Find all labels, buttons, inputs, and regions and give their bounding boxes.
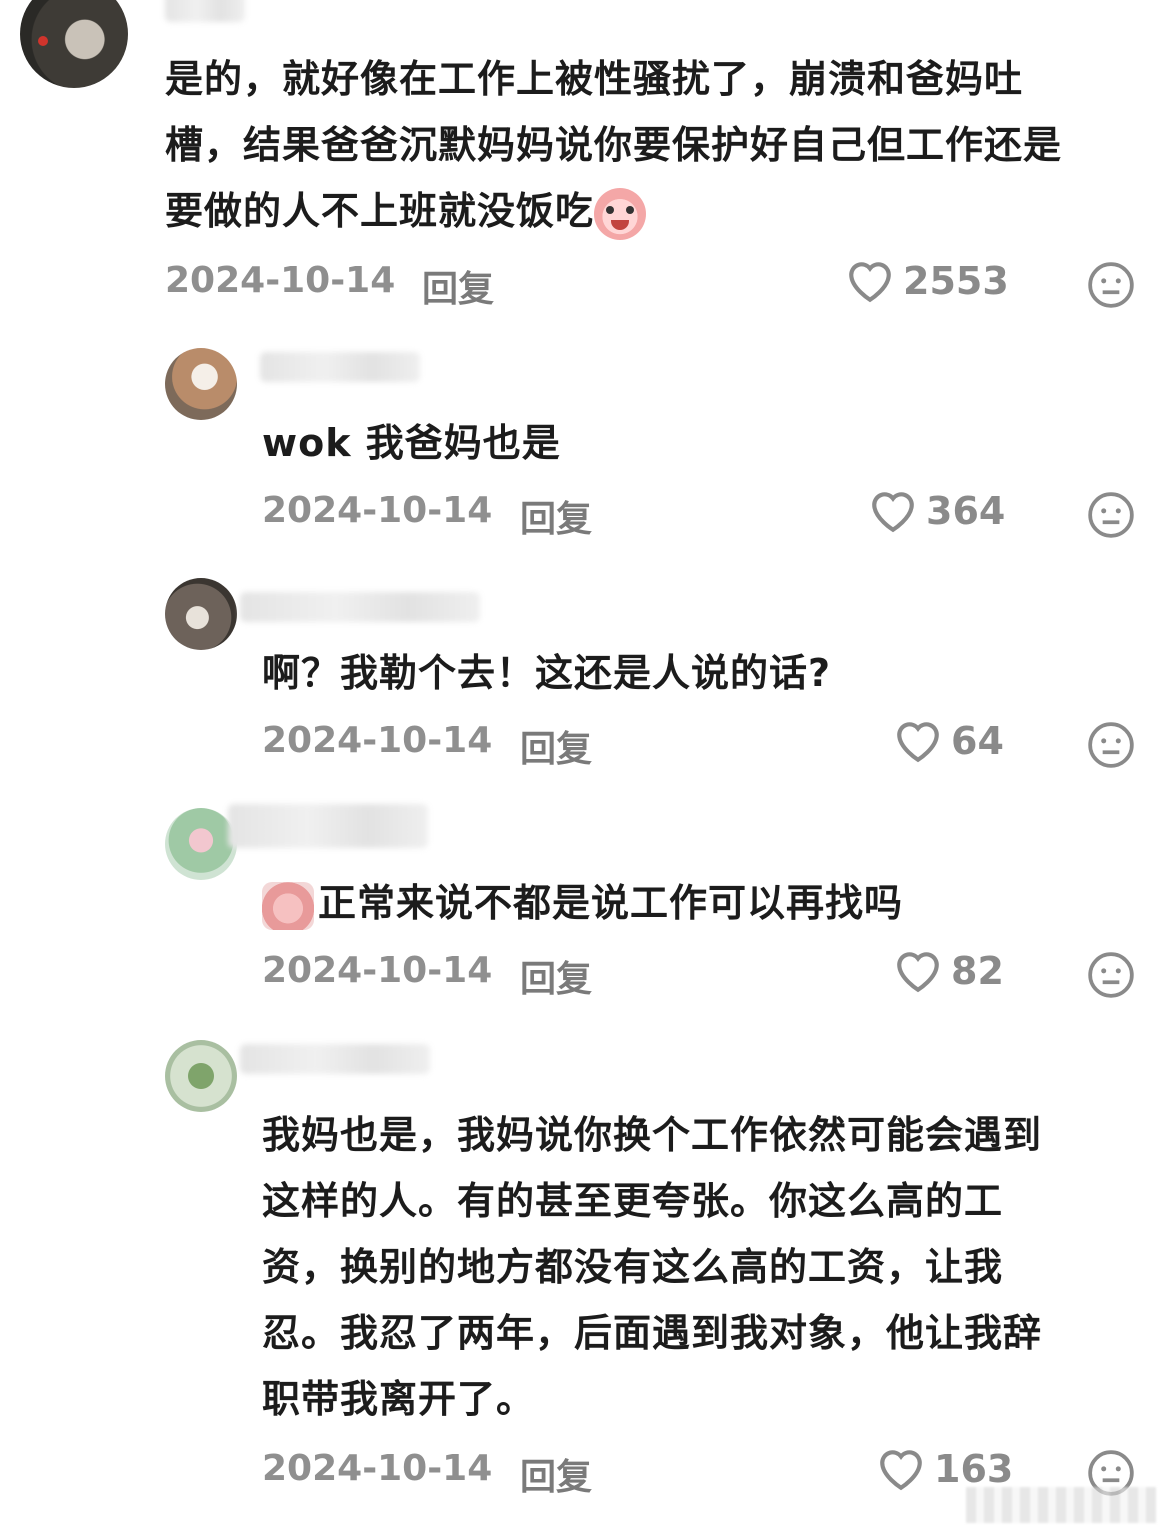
reply-button[interactable]: 回复 <box>422 260 494 312</box>
watermark-blurred <box>966 1487 1156 1523</box>
reply-button[interactable]: 回复 <box>520 720 592 772</box>
like-button[interactable]: 82 <box>893 948 1004 994</box>
username-blurred[interactable] <box>228 804 428 848</box>
username-blurred[interactable] <box>260 352 420 382</box>
comment-item: 是的，就好像在工作上被性骚扰了，崩溃和爸妈吐 槽，结果爸爸沉默妈妈说你要保护好自… <box>0 0 1170 320</box>
like-button[interactable]: 364 <box>868 488 1005 534</box>
like-button[interactable]: 2553 <box>845 258 1009 304</box>
like-count: 163 <box>934 1447 1014 1491</box>
neutral-face-icon[interactable] <box>1086 950 1136 1000</box>
heart-outline-icon <box>872 492 914 533</box>
comment-text: 我妈也是，我妈说你换个工作依然可能会遇到 这样的人。有的甚至更夸张。你这么高的工… <box>262 1113 1043 1421</box>
neutral-face-icon[interactable] <box>1086 260 1136 310</box>
comment-date: 2024-10-14 <box>165 260 396 301</box>
heart-outline-icon <box>897 722 939 763</box>
neutral-face-icon[interactable] <box>1086 720 1136 770</box>
sad-sticker-emoji <box>262 881 314 930</box>
comment-text: 啊？我勒个去！这还是人说的话? <box>262 651 832 695</box>
comment-date: 2024-10-14 <box>262 950 493 991</box>
comment-date: 2024-10-14 <box>262 490 493 531</box>
heart-outline-icon <box>880 1450 922 1491</box>
avatar[interactable] <box>165 1040 237 1112</box>
like-button[interactable]: 163 <box>876 1446 1013 1492</box>
neutral-face-icon[interactable] <box>1086 490 1136 540</box>
reply-item: 我妈也是，我妈说你换个工作依然可能会遇到 这样的人。有的甚至更夸张。你这么高的工… <box>0 1030 1170 1533</box>
reply-button[interactable]: 回复 <box>520 1448 592 1500</box>
comment-date: 2024-10-14 <box>262 720 493 761</box>
heart-outline-icon <box>849 262 891 303</box>
comment-text: 是的，就好像在工作上被性骚扰了，崩溃和爸妈吐 槽，结果爸爸沉默妈妈说你要保护好自… <box>165 46 1155 244</box>
avatar[interactable] <box>20 0 128 88</box>
reply-item: wok 我爸妈也是 2024-10-14 回复 364 <box>0 340 1170 540</box>
like-count: 364 <box>926 489 1006 533</box>
like-count: 64 <box>951 719 1004 763</box>
heart-outline-icon <box>897 952 939 993</box>
comment-date: 2024-10-14 <box>262 1448 493 1489</box>
avatar[interactable] <box>165 808 237 880</box>
avatar[interactable] <box>165 578 237 650</box>
reply-button[interactable]: 回复 <box>520 490 592 542</box>
like-count: 82 <box>951 949 1004 993</box>
reply-button[interactable]: 回复 <box>520 950 592 1002</box>
comment-text: 正常来说不都是说工作可以再找吗 <box>262 870 903 936</box>
avatar[interactable] <box>165 348 237 420</box>
comment-text: wok 我爸妈也是 <box>262 421 561 465</box>
like-count: 2553 <box>903 259 1009 303</box>
reply-item: 啊？我勒个去！这还是人说的话? 2024-10-14 回复 64 <box>0 570 1170 770</box>
like-button[interactable]: 64 <box>893 718 1004 764</box>
crying-face-emoji <box>594 187 647 240</box>
reply-item: 正常来说不都是说工作可以再找吗 2024-10-14 回复 82 <box>0 800 1170 1010</box>
username-blurred[interactable] <box>240 1044 430 1074</box>
username-blurred[interactable] <box>165 0 245 22</box>
username-blurred[interactable] <box>240 592 480 622</box>
